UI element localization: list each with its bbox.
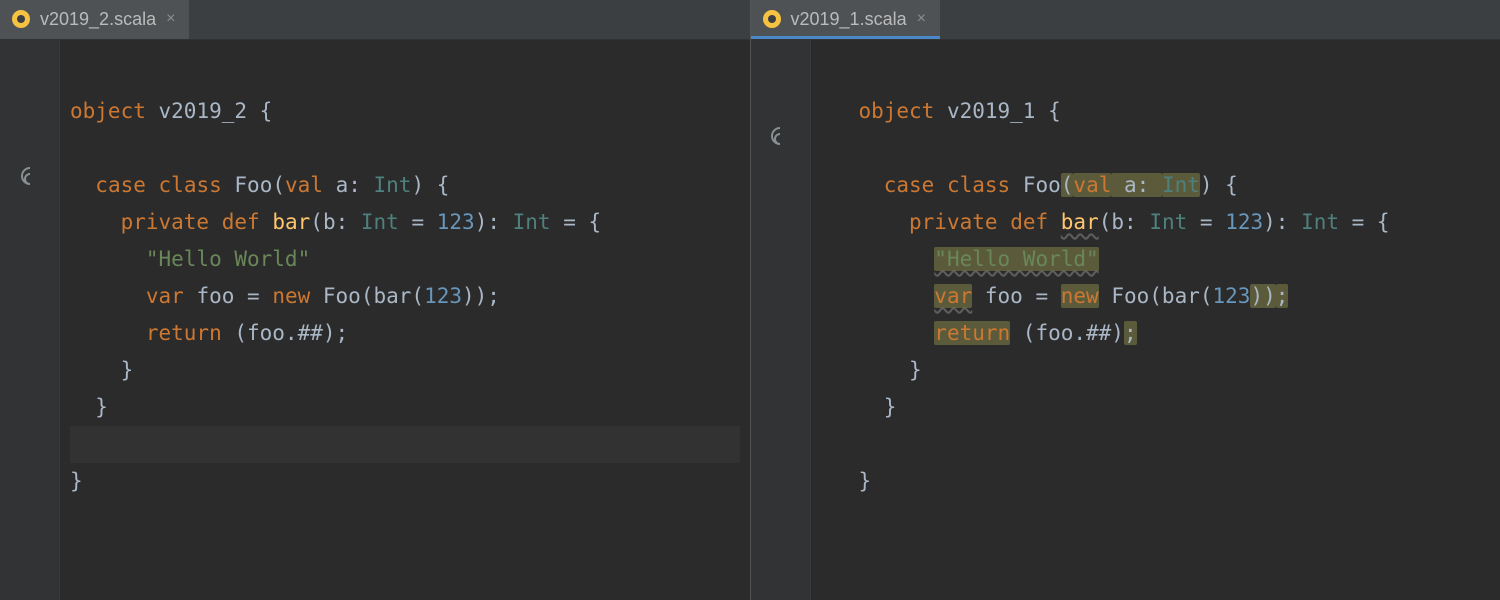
caret-line (70, 426, 740, 463)
scala-file-icon (763, 10, 781, 28)
tab-filename: v2019_2.scala (40, 9, 156, 30)
code-line: "Hello World" (70, 247, 310, 271)
left-pane: v2019_2.scala × object v2019_2 { case cl… (0, 0, 751, 600)
right-pane: v2019_1.scala × object v2019_1 { case cl… (751, 0, 1500, 600)
override-gutter-icon[interactable] (20, 166, 40, 192)
code-area-right[interactable]: object v2019_1 { case class Foo(val a: I… (811, 40, 1500, 600)
scala-file-icon (12, 10, 30, 28)
close-icon[interactable]: × (166, 11, 175, 27)
code-line: var foo = new Foo(bar(123)); (821, 284, 1289, 308)
editor-right[interactable]: object v2019_1 { case class Foo(val a: I… (751, 40, 1500, 600)
code-line: } (821, 358, 922, 382)
code-line: object v2019_1 { (821, 99, 1061, 123)
code-line: object v2019_2 { (70, 99, 272, 123)
tab-filename: v2019_1.scala (791, 9, 907, 30)
gutter-left (0, 40, 60, 600)
gutter-right (751, 40, 811, 600)
tab-v2019-1[interactable]: v2019_1.scala × (751, 0, 940, 39)
code-line: private def bar(b: Int = 123): Int = { (70, 210, 601, 234)
code-line: case class Foo(val a: Int) { (70, 173, 449, 197)
active-tab-indicator (751, 36, 940, 39)
override-gutter-icon[interactable] (770, 126, 790, 152)
close-icon[interactable]: × (917, 11, 926, 27)
code-line: } (70, 395, 108, 419)
code-line: "Hello World" (821, 247, 1099, 271)
tab-bar-left: v2019_2.scala × (0, 0, 750, 40)
code-line: return (foo.##); (70, 321, 348, 345)
code-line: private def bar(b: Int = 123): Int = { (821, 210, 1390, 234)
tab-bar-right: v2019_1.scala × (751, 0, 1500, 40)
code-area-left[interactable]: object v2019_2 { case class Foo(val a: I… (60, 40, 750, 600)
split-editor: v2019_2.scala × object v2019_2 { case cl… (0, 0, 1500, 600)
code-line: return (foo.##); (821, 321, 1137, 345)
code-line: var foo = new Foo(bar(123)); (70, 284, 500, 308)
tab-v2019-2[interactable]: v2019_2.scala × (0, 0, 189, 39)
code-line: } (821, 469, 872, 493)
code-line: } (70, 469, 83, 493)
code-line: } (821, 395, 897, 419)
code-line: case class Foo(val a: Int) { (821, 173, 1238, 197)
code-line: } (70, 358, 133, 382)
editor-left[interactable]: object v2019_2 { case class Foo(val a: I… (0, 40, 750, 600)
